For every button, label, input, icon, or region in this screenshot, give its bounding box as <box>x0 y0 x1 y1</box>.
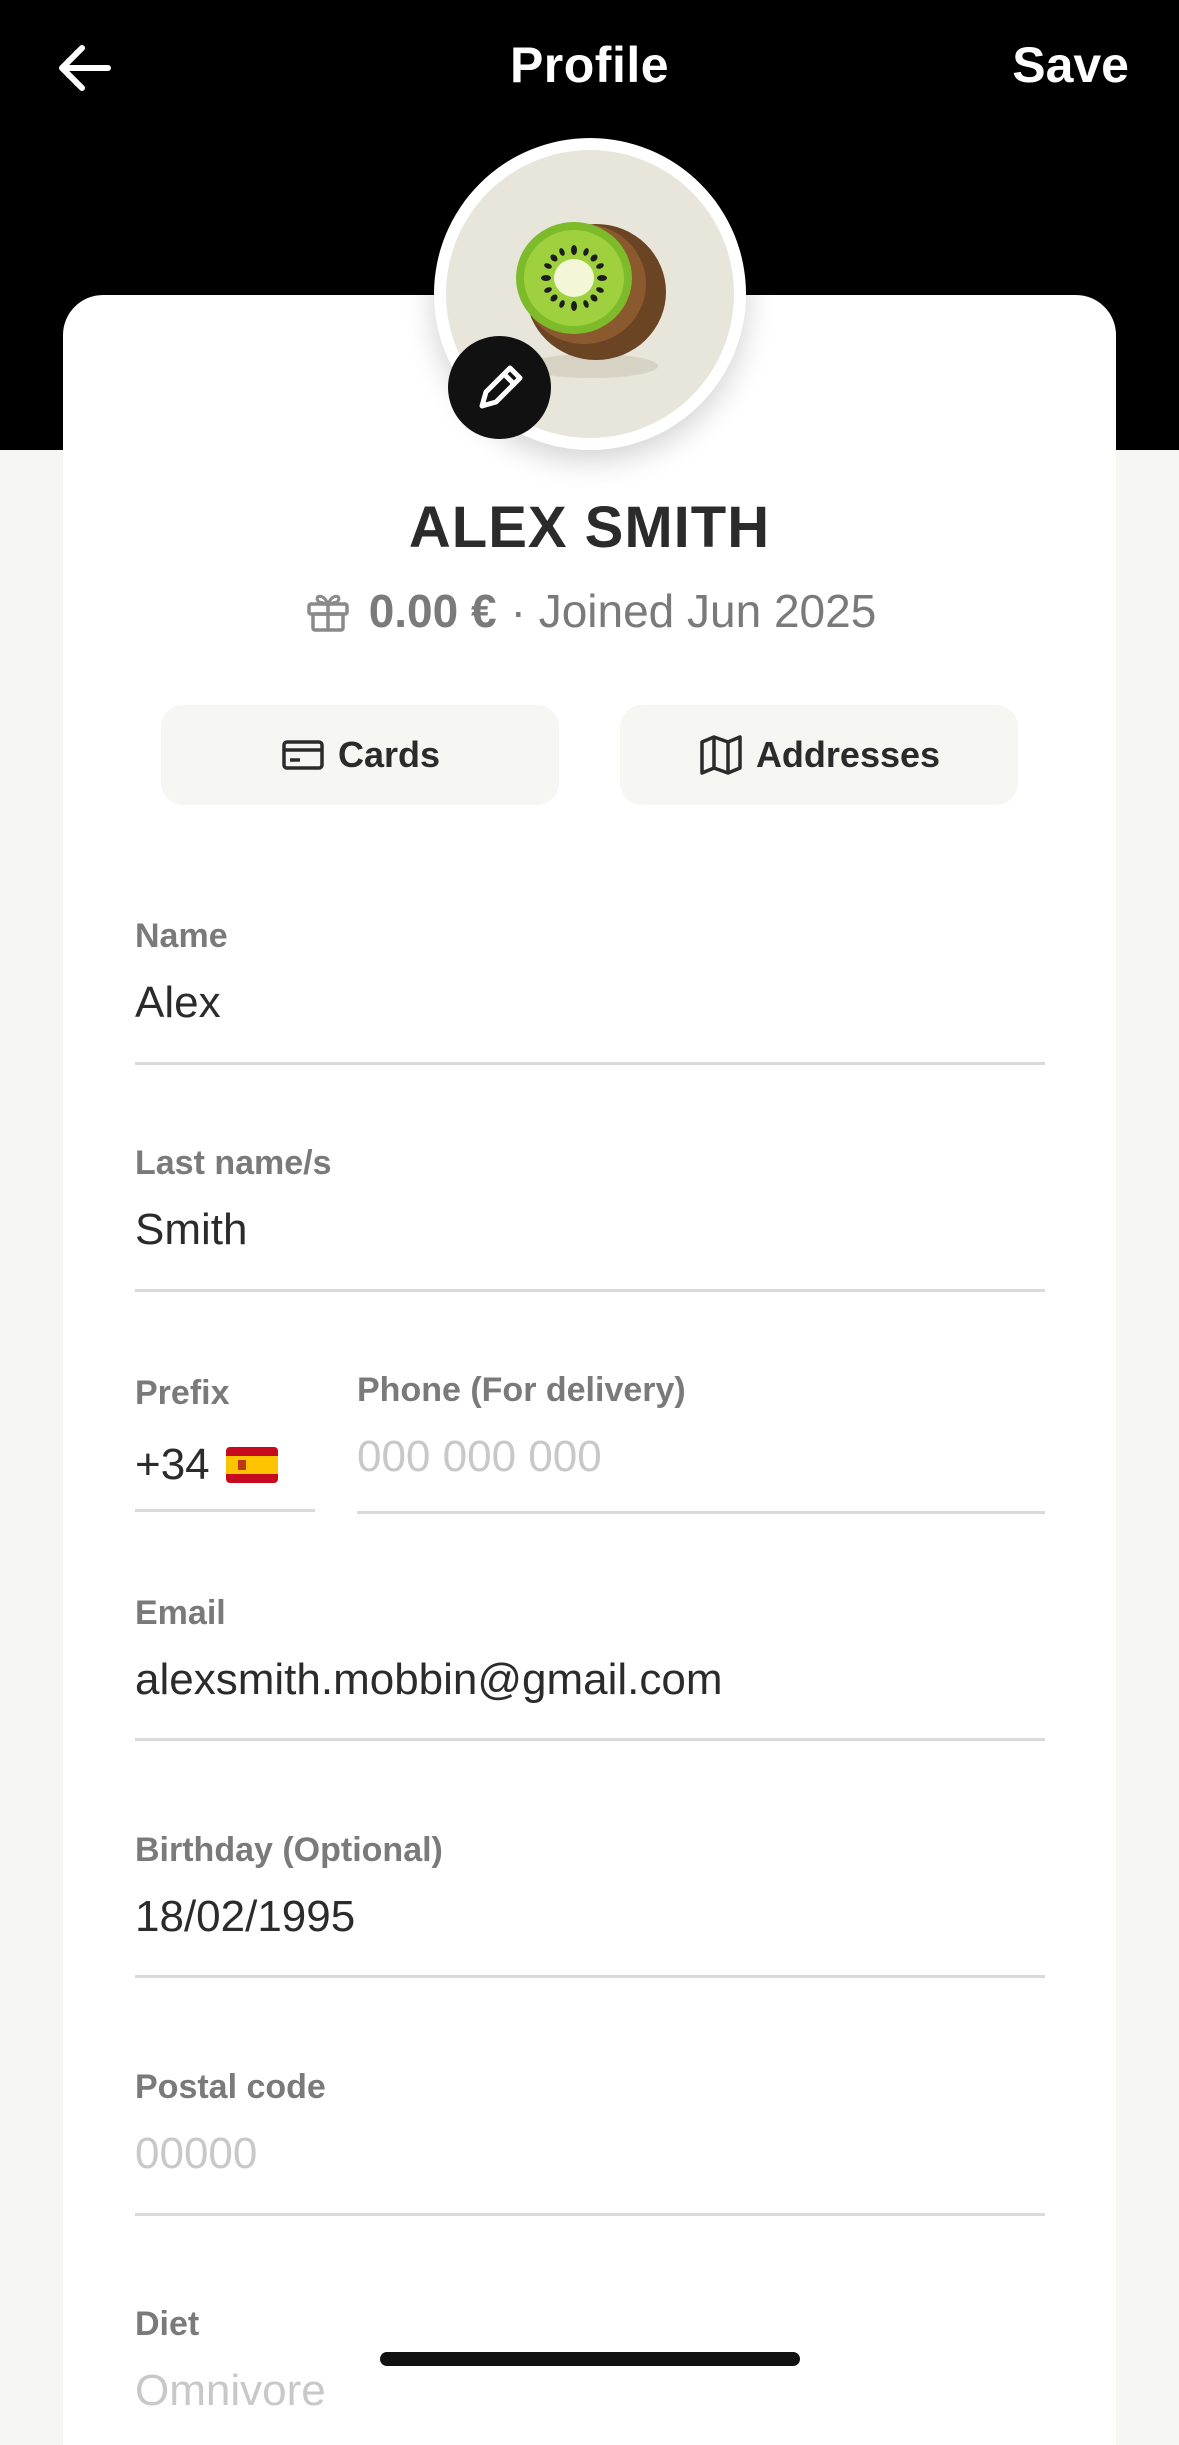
name-underline <box>135 1062 1045 1065</box>
postal-code-input[interactable]: 00000 <box>135 2129 1045 2189</box>
birthday-input[interactable]: 18/02/1995 <box>135 1892 1045 1952</box>
edit-avatar-button[interactable] <box>448 336 551 439</box>
last-name-field[interactable]: Last name/s Smith <box>135 1144 1045 1292</box>
email-input[interactable]: alexsmith.mobbin@gmail.com <box>135 1655 1045 1715</box>
diet-input[interactable]: Omnivore <box>135 2366 1045 2406</box>
phone-underline <box>357 1511 1045 1514</box>
profile-meta: 0.00 € · Joined Jun 2025 <box>0 584 1179 638</box>
joined-date: · Joined Jun 2025 <box>510 585 877 637</box>
last-name-label: Last name/s <box>135 1144 332 1182</box>
email-underline <box>135 1738 1045 1741</box>
postal-code-underline <box>135 2213 1045 2216</box>
prefix-field[interactable]: Prefix +34 <box>135 1374 315 1512</box>
page-title: Profile <box>509 37 670 93</box>
nav-bar: Profile Save <box>0 0 1179 135</box>
addresses-label: Addresses <box>755 734 941 775</box>
birthday-label: Birthday (Optional) <box>135 1831 443 1869</box>
name-field[interactable]: Name Alex <box>135 917 1045 1065</box>
name-input[interactable]: Alex <box>135 978 1045 1038</box>
user-name: ALEX SMITH <box>408 495 771 560</box>
email-field[interactable]: Email alexsmith.mobbin@gmail.com <box>135 1594 1045 1741</box>
birthday-underline <box>135 1975 1045 1978</box>
postal-code-field[interactable]: Postal code 00000 <box>135 2068 1045 2216</box>
phone-input[interactable]: 000 000 000 <box>357 1432 1045 1492</box>
pencil-icon <box>479 365 523 409</box>
prefix-underline <box>135 1509 315 1512</box>
prefix-selector[interactable]: +34 <box>135 1435 315 1495</box>
map-icon <box>700 735 742 775</box>
phone-field[interactable]: Phone (For delivery) 000 000 000 <box>357 1371 1045 1514</box>
last-name-underline <box>135 1289 1045 1292</box>
diet-label: Diet <box>135 2305 200 2343</box>
email-label: Email <box>135 1594 226 1632</box>
addresses-button[interactable]: Addresses <box>620 705 1018 805</box>
prefix-label: Prefix <box>135 1374 230 1412</box>
last-name-input[interactable]: Smith <box>135 1205 1045 1265</box>
save-button[interactable]: Save <box>1012 36 1129 94</box>
gift-icon <box>306 594 349 632</box>
spain-flag-icon <box>225 1447 278 1483</box>
cards-label: Cards <box>337 734 441 775</box>
name-label: Name <box>135 917 228 955</box>
balance-value: 0.00 € <box>368 585 497 637</box>
prefix-value: +34 <box>135 1440 210 1489</box>
postal-code-label: Postal code <box>135 2068 326 2106</box>
credit-card-icon <box>282 740 324 770</box>
home-indicator <box>380 2352 800 2366</box>
birthday-field[interactable]: Birthday (Optional) 18/02/1995 <box>135 1831 1045 1978</box>
phone-label: Phone (For delivery) <box>357 1371 686 1409</box>
cards-button[interactable]: Cards <box>161 705 559 805</box>
